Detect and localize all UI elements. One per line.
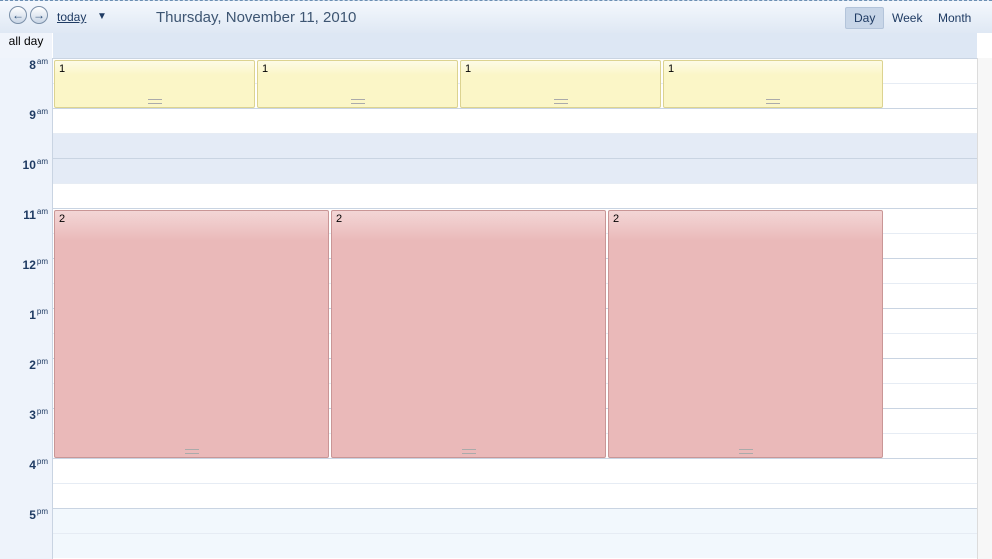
time-slot[interactable] [53,483,977,508]
resize-handle[interactable] [766,99,780,104]
hour-label: 2pm [29,357,48,372]
hour-label: 1pm [29,307,48,322]
arrow-left-icon[interactable]: ← [9,6,27,24]
time-gutter: 8am 9am 10am 11am 12pm 1pm 2pm 3pm 4pm 5… [0,57,53,559]
resize-handle[interactable] [738,449,753,454]
resize-handle[interactable] [461,449,476,454]
time-slot[interactable] [53,183,977,208]
today-link[interactable]: today [57,10,86,24]
time-slot-evening[interactable] [53,533,977,558]
hour-label: 8am [29,57,48,72]
event-block[interactable]: 2 [608,210,883,458]
time-slot-evening[interactable] [53,508,977,533]
event-title: 2 [59,213,66,225]
resize-handle[interactable] [350,99,365,104]
event-title: 1 [668,63,675,75]
time-slot-highlighted[interactable] [53,158,977,183]
hour-label: 10am [22,157,48,172]
resize-handle[interactable] [553,99,568,104]
event-title: 1 [59,63,66,75]
event-block[interactable]: 1 [54,60,255,108]
day-grid: 1 1 1 1 2 2 2 [53,58,977,559]
all-day-label: all day [0,33,52,59]
event-block[interactable]: 2 [331,210,606,458]
event-block[interactable]: 1 [663,60,883,108]
event-title: 1 [465,63,472,75]
event-title: 2 [613,213,620,225]
event-block[interactable]: 1 [460,60,661,108]
caret-down-icon[interactable]: ▼ [97,11,107,22]
time-slot[interactable] [53,458,977,483]
resize-handle[interactable] [147,99,162,104]
view-month-button[interactable]: Month [930,7,979,29]
view-week-button[interactable]: Week [884,7,930,29]
arrow-right-icon[interactable]: → [30,6,48,24]
resize-handle[interactable] [184,449,199,454]
calendar-toolbar: ← → today ▼ Thursday, November 11, 2010 … [0,0,992,33]
hour-label: 3pm [29,407,48,422]
hour-label: 5pm [29,507,48,522]
date-title: Thursday, November 11, 2010 [156,9,357,26]
time-slot[interactable] [53,108,977,133]
vertical-scrollbar[interactable] [977,58,992,559]
time-slot-highlighted[interactable] [53,133,977,158]
hour-label: 4pm [29,457,48,472]
event-block[interactable]: 2 [54,210,329,458]
event-title: 1 [262,63,269,75]
all-day-row: all day [0,33,992,59]
hour-label: 9am [29,107,48,122]
hour-label: 11am [23,207,48,222]
event-block[interactable]: 1 [257,60,458,108]
view-day-button[interactable]: Day [845,7,885,29]
event-title: 2 [336,213,343,225]
hour-label: 12pm [22,257,48,272]
all-day-area[interactable] [53,33,977,58]
